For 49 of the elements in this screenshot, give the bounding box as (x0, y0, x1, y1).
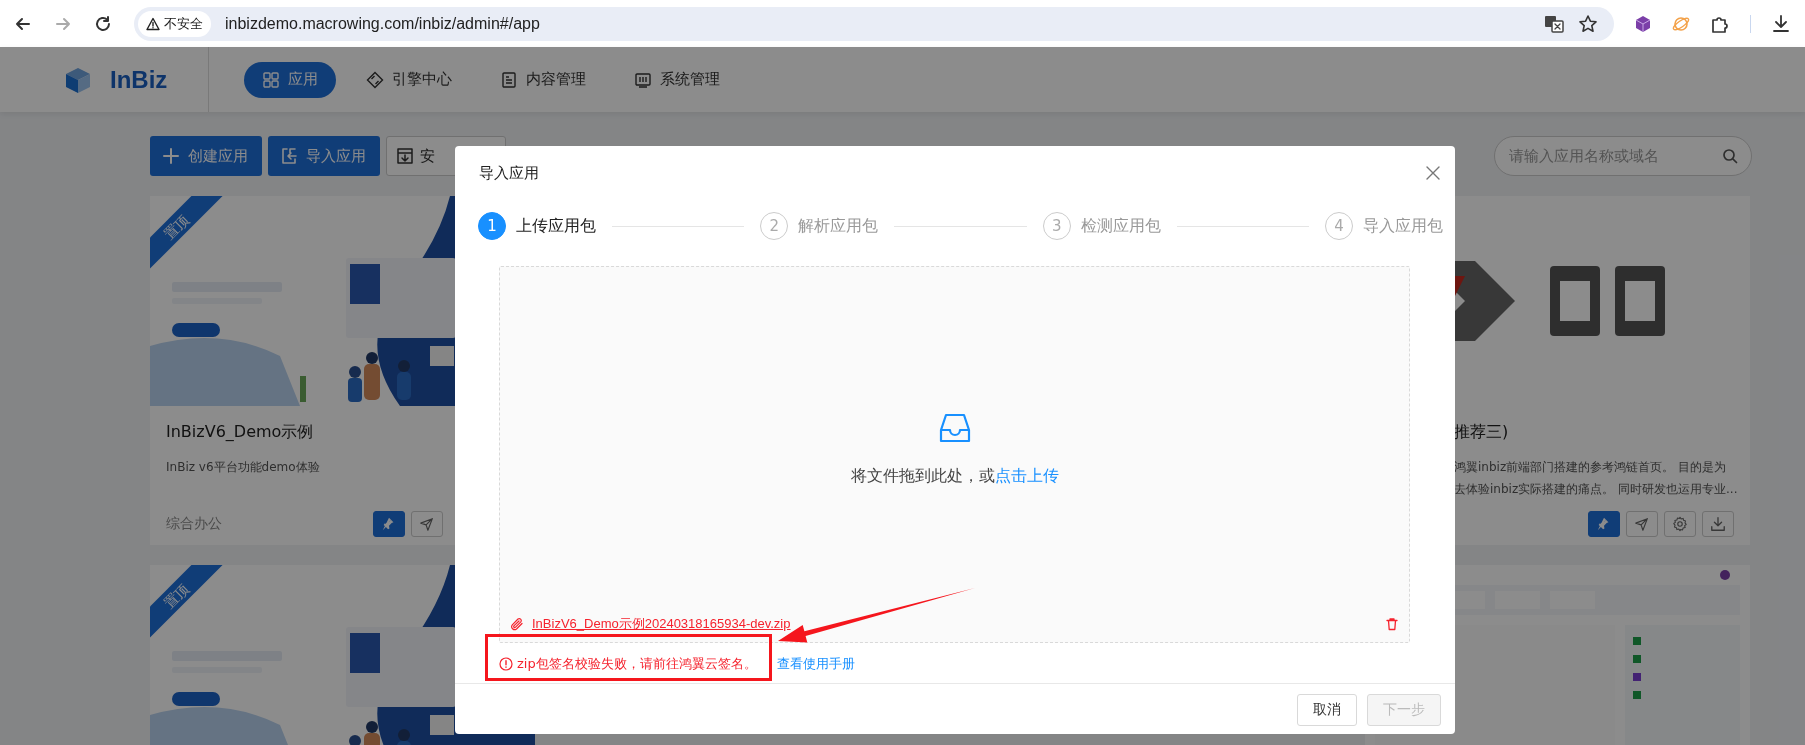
search-icon[interactable] (1722, 148, 1738, 164)
import-icon (280, 147, 298, 165)
download-icon[interactable] (1771, 13, 1791, 34)
dialog-button[interactable]: 取消 (1297, 694, 1357, 726)
settings-icon (1672, 516, 1688, 532)
card-action-button[interactable] (1588, 511, 1620, 537)
error-icon (499, 657, 513, 671)
file-name[interactable]: InBizV6_Demo示例20240318165934-dev.zip (532, 615, 791, 633)
card-title: InBizV6_Demo示例 (166, 421, 315, 443)
security-chip[interactable]: 不安全 (138, 10, 211, 37)
address-bar[interactable]: 不安全 inbizdemo.macrowing.com/inbiz/admin#/app (134, 6, 1614, 41)
close-icon[interactable] (1425, 165, 1441, 181)
download-icon (1710, 516, 1726, 532)
upload-hint: 将文件拖到此处，或 (850, 466, 995, 487)
step-label: 解析应用包 (798, 215, 879, 237)
step-number: 1 (478, 212, 506, 240)
url-text: inbizdemo.macrowing.com/inbiz/admin#/app (225, 14, 540, 33)
star-icon[interactable] (1578, 13, 1598, 34)
toolbar-button[interactable]: 创建应用 (150, 136, 262, 176)
upload-link[interactable]: 点击上传 (994, 466, 1059, 487)
card-action-button[interactable] (373, 511, 405, 537)
warning-icon (146, 16, 160, 31)
extension-cube-icon[interactable] (1634, 14, 1652, 33)
reload-icon[interactable] (94, 14, 112, 33)
card-title: 推荐三) (1454, 421, 1510, 443)
nav-tab[interactable]: 内容管理 (482, 61, 604, 98)
manual-link[interactable]: 查看使用手册 (776, 655, 855, 673)
upload-dropzone[interactable]: 将文件拖到此处，或点击上传 InBizV6_Demo示例20240318165934-dev.zip (499, 266, 1410, 643)
cube-logo-icon (64, 65, 92, 94)
card-description: 鸿翼inbiz前端部门搭建的参考鸿链首页。 目的是为 (1454, 459, 1727, 476)
card-category: 综合办公 (166, 515, 223, 533)
toolbar-button[interactable]: 导入应用 (268, 136, 380, 176)
card-description: InBiz v6平台功能demo体验 (166, 459, 321, 476)
plus-icon (162, 147, 180, 165)
box-icon (396, 147, 414, 165)
nav-tab[interactable]: 引擎中心 (348, 61, 470, 98)
translate-icon[interactable] (1544, 13, 1564, 34)
paperclip-icon (510, 617, 524, 631)
grid-icon (262, 70, 280, 89)
send-icon (1634, 516, 1650, 532)
error-message: zip包签名校验失败，请前往鸿翼云签名。 (517, 655, 757, 673)
step-label: 检测应用包 (1080, 215, 1161, 237)
nav-tab[interactable]: 应用 (244, 61, 336, 98)
nav-tab[interactable]: 系统管理 (616, 61, 738, 98)
step-label: 导入应用包 (1363, 215, 1443, 237)
send-icon (419, 516, 435, 532)
logo-text: InBiz (110, 65, 168, 94)
trash-icon[interactable] (1385, 617, 1399, 631)
doc-icon (500, 70, 518, 89)
